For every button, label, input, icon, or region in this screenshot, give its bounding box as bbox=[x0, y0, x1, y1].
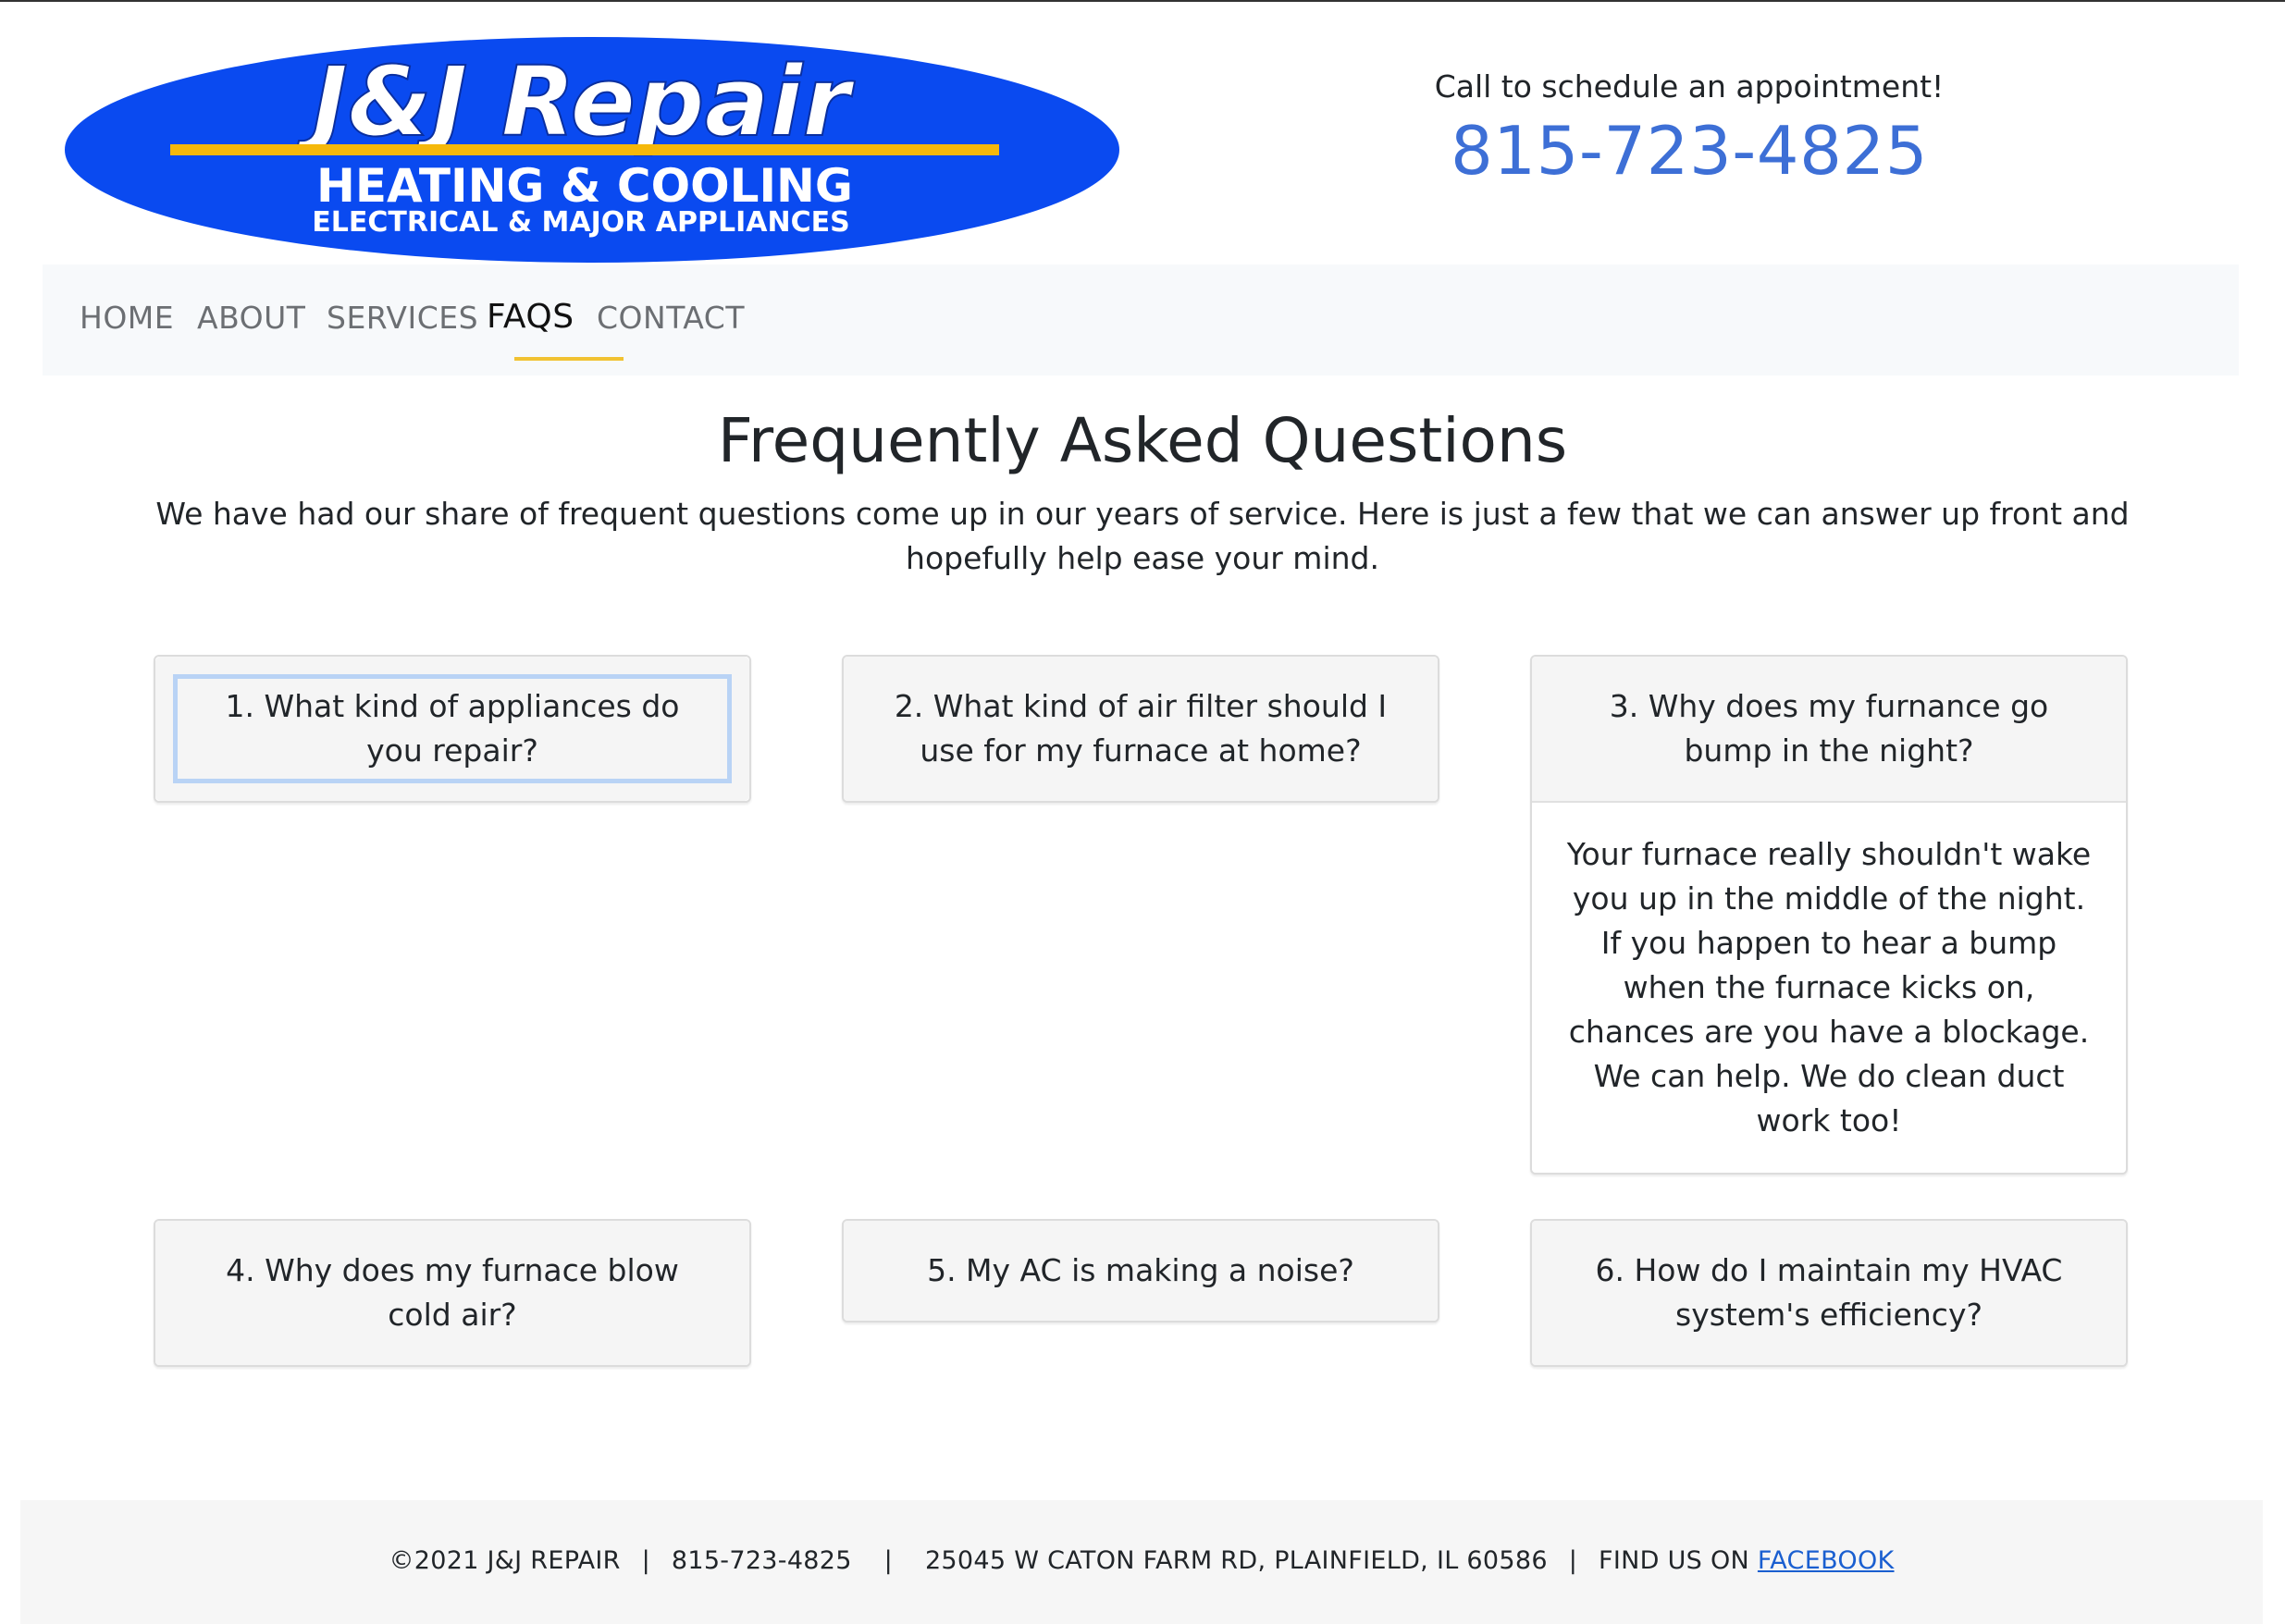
footer-divider: | bbox=[883, 1546, 894, 1575]
faq-card-3: 3. Why does my furnance go bump in the n… bbox=[1530, 655, 2128, 1175]
footer-phone: 815-723-4825 bbox=[671, 1546, 852, 1575]
logo-subtitle: HEATING & COOLING bbox=[316, 159, 853, 213]
nav-active-underline bbox=[514, 357, 624, 361]
footer-address: 25045 W CATON FARM RD, PLAINFIELD, IL 60… bbox=[924, 1546, 1548, 1575]
faq-question-2[interactable]: 2. What kind of air filter should I use … bbox=[844, 657, 1438, 801]
faq-card-1: 1. What kind of appliances do you repair… bbox=[154, 655, 751, 803]
faq-question-5[interactable]: 5. My AC is making a noise? bbox=[844, 1221, 1438, 1321]
faq-question-1[interactable]: 1. What kind of appliances do you repair… bbox=[155, 657, 749, 801]
main-nav: HOME ABOUT SERVICES FAQS CONTACT bbox=[43, 265, 2239, 375]
page: J&J Repair HEATING & COOLING ELECTRICAL … bbox=[0, 2, 2285, 1624]
page-intro: We have had our share of frequent questi… bbox=[155, 496, 2130, 576]
footer-info: ©2021 J&J REPAIR | 815-723-4825 | 25045 … bbox=[20, 1546, 2263, 1575]
faq-answer-3: Your furnace really shouldn't wake you u… bbox=[1532, 801, 2126, 1173]
footer: ©2021 J&J REPAIR | 815-723-4825 | 25045 … bbox=[20, 1500, 2263, 1624]
appointment-cta: Call to schedule an appointment! 815-723… bbox=[1360, 68, 2019, 190]
nav-faqs[interactable]: FAQS bbox=[487, 298, 574, 336]
logo-tagline: ELECTRICAL & MAJOR APPLIANCES bbox=[312, 206, 849, 239]
faq-question-3[interactable]: 3. Why does my furnance go bump in the n… bbox=[1532, 657, 2126, 801]
jj-repair-logo[interactable]: J&J Repair HEATING & COOLING ELECTRICAL … bbox=[63, 35, 1121, 265]
faq-question-6[interactable]: 6. How do I maintain my HVAC system's ef… bbox=[1532, 1221, 2126, 1365]
footer-copyright: ©2021 J&J REPAIR bbox=[389, 1546, 621, 1575]
faq-question-4[interactable]: 4. Why does my furnace blow cold air? bbox=[155, 1221, 749, 1365]
faq-card-6: 6. How do I maintain my HVAC system's ef… bbox=[1530, 1219, 2128, 1367]
nav-contact[interactable]: CONTACT bbox=[597, 300, 745, 336]
cta-text: Call to schedule an appointment! bbox=[1434, 68, 1945, 105]
logo-title: J&J Repair bbox=[295, 45, 855, 158]
faq-card-4: 4. Why does my furnace blow cold air? bbox=[154, 1219, 751, 1367]
nav-services[interactable]: SERVICES bbox=[327, 300, 478, 336]
nav-home[interactable]: HOME bbox=[80, 300, 174, 336]
facebook-link[interactable]: FACEBOOK bbox=[1758, 1546, 1895, 1575]
page-title: Frequently Asked Questions bbox=[717, 405, 1568, 476]
nav-about[interactable]: ABOUT bbox=[197, 300, 305, 336]
footer-divider: | bbox=[641, 1546, 650, 1575]
cta-phone-link[interactable]: 815-723-4825 bbox=[1360, 112, 2019, 190]
footer-find-us: FIND US ON bbox=[1599, 1546, 1750, 1575]
faq-card-2: 2. What kind of air filter should I use … bbox=[842, 655, 1439, 803]
faq-card-5: 5. My AC is making a noise? bbox=[842, 1219, 1439, 1323]
footer-divider: | bbox=[1568, 1546, 1578, 1575]
